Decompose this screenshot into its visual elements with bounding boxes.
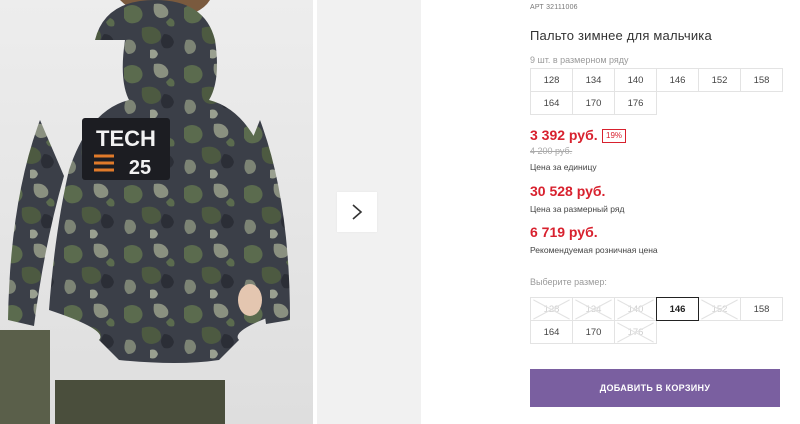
product-photo-illustration: TECH 25 [0, 0, 313, 424]
rrp-price: 6 719 руб. [530, 224, 598, 240]
pack-size-cell: 164 [530, 91, 573, 115]
choose-size-label: Выберите размер: [530, 277, 607, 287]
chevron-right-icon [352, 204, 363, 220]
pack-info: 9 шт. в размерном ряду [530, 55, 629, 65]
article-number: АРТ 32111006 [530, 4, 578, 11]
size-option-128: 128 [530, 297, 573, 321]
article-label: АРТ [530, 4, 544, 11]
add-to-cart-button[interactable]: ДОБАВИТЬ В КОРЗИНУ [530, 369, 780, 407]
size-option-134: 134 [572, 297, 615, 321]
pack-size-cell: 152 [698, 68, 741, 92]
old-price: 4 200 руб. [530, 146, 573, 156]
size-option-176: 176 [614, 320, 657, 344]
pack-size-cell: 170 [572, 91, 615, 115]
size-option-158[interactable]: 158 [740, 297, 783, 321]
product-main-image[interactable]: TECH 25 [0, 0, 313, 424]
size-option-146[interactable]: 146 [656, 297, 699, 321]
patch-text-line1: TECH [96, 126, 156, 151]
unit-price: 3 392 руб. [530, 127, 598, 143]
pack-size-grid: 128 134 140 146 152 158 164 170 176 [530, 68, 783, 115]
gallery-next-button[interactable] [337, 192, 377, 232]
pack-size-cell: 146 [656, 68, 699, 92]
size-option-152: 152 [698, 297, 741, 321]
product-info-panel: АРТ 32111006 Пальто зимнее для мальчика … [530, 0, 783, 424]
size-option-164[interactable]: 164 [530, 320, 573, 344]
pack-size-cell: 128 [530, 68, 573, 92]
discount-badge: 19% [602, 129, 627, 143]
size-select-grid: 128 134 140 146 152 158 164 170 176 [530, 297, 783, 344]
size-option-140: 140 [614, 297, 657, 321]
pack-size-cell: 176 [614, 91, 657, 115]
pack-size-cell: 140 [614, 68, 657, 92]
unit-price-label: Цена за единицу [530, 162, 597, 172]
article-value: 32111006 [546, 4, 578, 11]
patch-text-line2: 25 [129, 157, 151, 179]
range-price: 30 528 руб. [530, 183, 606, 199]
pack-size-cell: 158 [740, 68, 783, 92]
size-option-170[interactable]: 170 [572, 320, 615, 344]
pack-size-cell: 134 [572, 68, 615, 92]
range-price-label: Цена за размерный ряд [530, 204, 625, 214]
rrp-price-label: Рекомендуемая розничная цена [530, 245, 658, 255]
product-title: Пальто зимнее для мальчика [530, 28, 712, 43]
